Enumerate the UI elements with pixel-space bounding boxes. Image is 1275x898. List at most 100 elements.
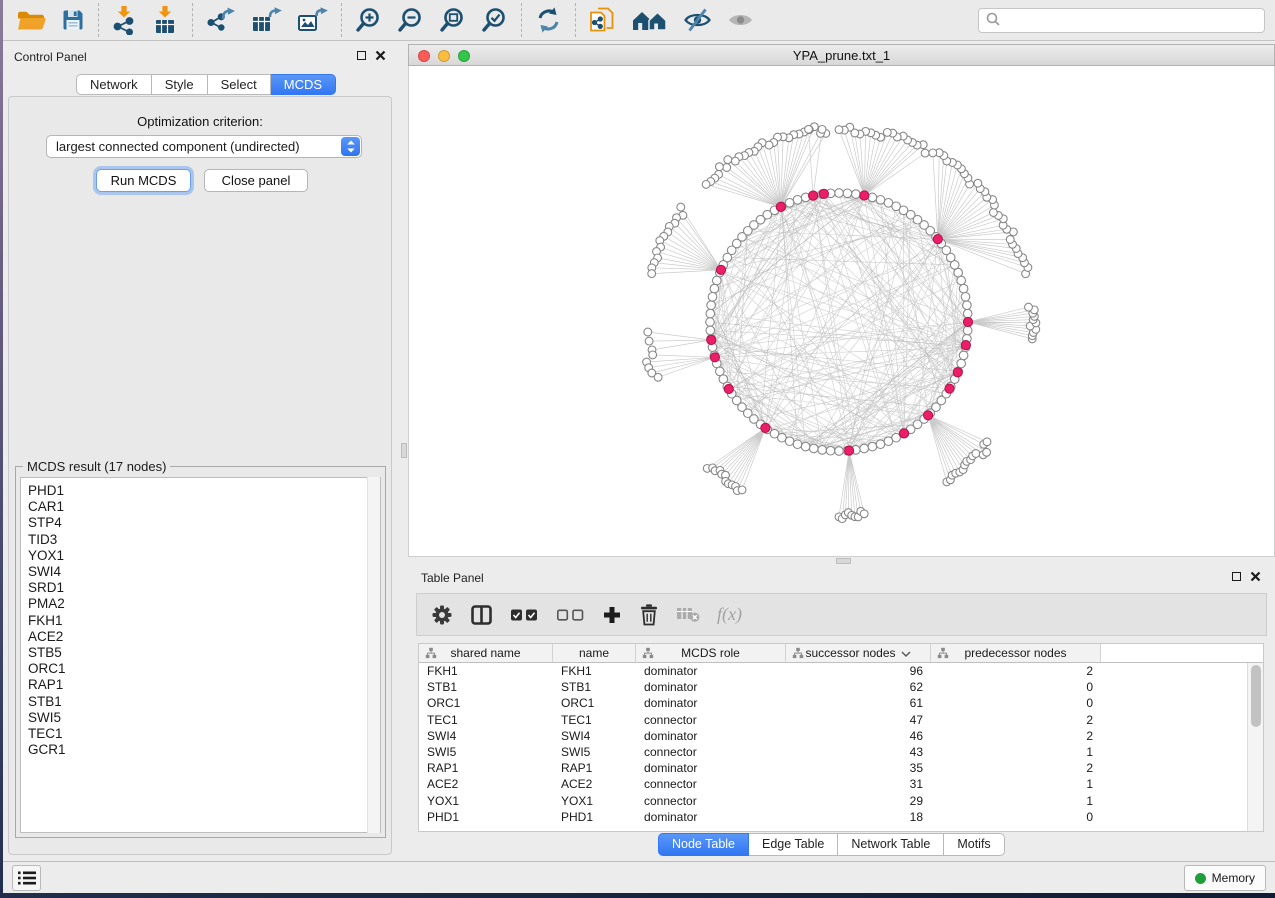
shared-column-icon	[642, 647, 654, 659]
mcds-result-item[interactable]: SRD1	[21, 580, 380, 596]
tab-edge-table[interactable]: Edge Table	[749, 833, 838, 856]
close-panel-button[interactable]: Close panel	[204, 169, 308, 192]
column-label: MCDS role	[681, 646, 740, 660]
zoom-fit-icon[interactable]	[439, 7, 466, 34]
tab-network-table[interactable]: Network Table	[838, 833, 944, 856]
mcds-result-item[interactable]: SWI5	[21, 710, 380, 726]
mcds-result-item[interactable]: FKH1	[21, 613, 380, 629]
import-table-icon[interactable]	[151, 6, 179, 35]
table-row[interactable]: ACE2ACE2connector311	[419, 776, 1247, 792]
mcds-result-item[interactable]: CAR1	[21, 499, 380, 515]
column-header-predecessor-nodes[interactable]: predecessor nodes	[931, 644, 1101, 663]
clone-network-icon[interactable]	[589, 6, 616, 34]
hide-selected-icon[interactable]	[683, 8, 712, 32]
table-row[interactable]: STB1STB1dominator620	[419, 679, 1247, 695]
run-mcds-button[interactable]: Run MCDS	[96, 169, 191, 192]
show-columns-icon[interactable]	[470, 604, 493, 626]
cell-successor-nodes: 96	[786, 663, 931, 679]
zoom-in-icon[interactable]	[355, 7, 382, 34]
search-input[interactable]	[1006, 13, 1258, 27]
node-table-body: FKH1FKH1dominator962STB1STB1dominator620…	[419, 663, 1247, 831]
zoom-selected-icon[interactable]	[481, 7, 508, 34]
mcds-result-item[interactable]: TID3	[21, 532, 380, 548]
mcds-result-scrollbar[interactable]	[367, 477, 380, 833]
table-scrollbar[interactable]	[1247, 663, 1263, 831]
mcds-result-item[interactable]: RAP1	[21, 677, 380, 693]
network-canvas[interactable]	[408, 66, 1275, 557]
cell-predecessor-nodes: 1	[931, 793, 1101, 809]
cell-successor-nodes: 29	[786, 793, 931, 809]
table-row[interactable]: FKH1FKH1dominator962	[419, 663, 1247, 679]
control-panel: Control Panel NetworkStyleSelectMCDS Opt…	[3, 41, 400, 861]
table-row[interactable]: TEC1TEC1connector472	[419, 712, 1247, 728]
close-table-panel-icon[interactable]	[1250, 571, 1261, 582]
cell-filler	[1101, 809, 1247, 825]
open-session-icon[interactable]	[16, 7, 46, 33]
sort-chevron-icon	[901, 646, 911, 660]
tab-style[interactable]: Style	[152, 74, 208, 95]
memory-status-icon	[1195, 873, 1206, 884]
column-header-name[interactable]: name	[553, 644, 636, 663]
close-panel-icon[interactable]	[375, 50, 386, 61]
delete-row-icon[interactable]	[639, 603, 659, 626]
mcds-result-item[interactable]: SWI4	[21, 564, 380, 580]
window-maximize-icon[interactable]	[458, 50, 470, 62]
export-table-icon[interactable]	[251, 7, 282, 34]
add-row-icon[interactable]	[602, 605, 622, 625]
show-all-icon[interactable]	[727, 10, 754, 30]
zoom-out-icon[interactable]	[397, 7, 424, 34]
horizontal-split-handle[interactable]	[836, 558, 851, 564]
tab-network[interactable]: Network	[76, 74, 152, 95]
deselect-all-icon[interactable]	[556, 607, 585, 623]
mcds-result-item[interactable]: STB5	[21, 645, 380, 661]
cell-filler	[1101, 776, 1247, 792]
window-minimize-icon[interactable]	[438, 50, 450, 62]
table-row[interactable]: SWI5SWI5connector431	[419, 744, 1247, 760]
mcds-result-item[interactable]: TEC1	[21, 726, 380, 742]
export-image-icon[interactable]	[297, 7, 328, 34]
network-window-titlebar: YPA_prune.txt_1	[408, 44, 1275, 66]
table-row[interactable]: PHD1PHD1dominator180	[419, 809, 1247, 825]
cell-name: PHD1	[553, 809, 636, 825]
cell-mcds-role: connector	[636, 793, 786, 809]
refresh-view-icon[interactable]	[535, 7, 562, 33]
tab-mcds[interactable]: MCDS	[271, 74, 336, 95]
tab-node-table[interactable]: Node Table	[658, 833, 749, 856]
table-settings-icon[interactable]	[431, 604, 453, 626]
tab-motifs[interactable]: Motifs	[944, 833, 1004, 856]
mcds-result-item[interactable]: STB1	[21, 694, 380, 710]
save-session-icon[interactable]	[61, 8, 85, 32]
table-row[interactable]: SWI4SWI4dominator462	[419, 728, 1247, 744]
column-header-MCDS-role[interactable]: MCDS role	[636, 644, 786, 663]
column-header-shared-name[interactable]: shared name	[419, 644, 553, 663]
table-row[interactable]: YOX1YOX1connector291	[419, 793, 1247, 809]
first-neighbors-icon[interactable]	[631, 8, 668, 32]
tab-select[interactable]: Select	[208, 74, 271, 95]
memory-button[interactable]: Memory	[1184, 865, 1266, 891]
mcds-result-item[interactable]: ORC1	[21, 661, 380, 677]
table-row[interactable]: ORC1ORC1dominator610	[419, 695, 1247, 711]
mcds-result-item[interactable]: STP4	[21, 515, 380, 531]
export-network-icon[interactable]	[206, 7, 236, 34]
search-box[interactable]	[978, 8, 1265, 33]
mcds-result-item[interactable]: PHD1	[21, 483, 380, 499]
mcds-result-item[interactable]: ACE2	[21, 629, 380, 645]
panel-toggle-button[interactable]	[12, 865, 41, 891]
vertical-split-divider	[400, 41, 408, 861]
table-scrollbar-thumb[interactable]	[1251, 665, 1261, 727]
window-close-icon[interactable]	[418, 50, 430, 62]
vertical-split-handle[interactable]	[401, 443, 407, 458]
float-panel-icon[interactable]	[357, 51, 366, 60]
optimization-criterion-select[interactable]: largest connected component (undirected)	[46, 135, 362, 158]
select-all-icon[interactable]	[510, 607, 539, 623]
float-table-panel-icon[interactable]	[1232, 572, 1241, 581]
cell-filler	[1101, 712, 1247, 728]
import-network-icon[interactable]	[112, 6, 136, 35]
cell-mcds-role: dominator	[636, 760, 786, 776]
mcds-result-item[interactable]: PMA2	[21, 596, 380, 612]
table-row[interactable]: RAP1RAP1dominator352	[419, 760, 1247, 776]
memory-label: Memory	[1212, 871, 1255, 885]
column-header-successor-nodes[interactable]: successor nodes	[786, 644, 931, 663]
mcds-result-item[interactable]: GCR1	[21, 742, 380, 758]
mcds-result-item[interactable]: YOX1	[21, 548, 380, 564]
